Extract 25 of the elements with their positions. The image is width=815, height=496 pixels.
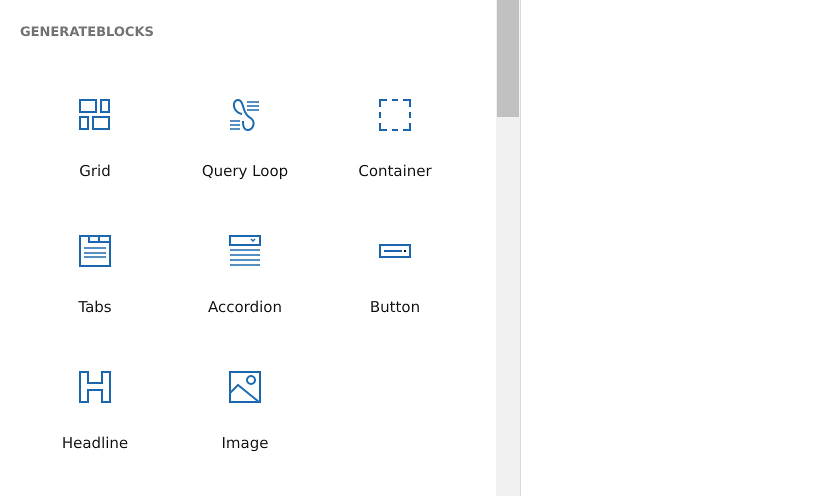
section-title: GENERATEBLOCKS (20, 24, 154, 42)
block-label: Headline (62, 433, 128, 453)
block-label: Container (358, 161, 432, 181)
block-label: Button (370, 297, 420, 317)
block-label: Query Loop (202, 161, 288, 181)
block-label: Accordion (208, 297, 282, 317)
tabs-icon (79, 235, 111, 267)
block-item[interactable]: Grid (20, 99, 170, 181)
block-item[interactable]: Button (320, 235, 470, 317)
block-item[interactable]: Image (170, 371, 320, 453)
block-item[interactable]: Tabs (20, 235, 170, 317)
loop-icon (229, 99, 261, 131)
scrollbar[interactable] (496, 0, 521, 496)
letter-h-icon (79, 371, 111, 403)
block-item[interactable]: Query Loop (170, 99, 320, 181)
block-item[interactable]: Container (320, 99, 470, 181)
block-label: Grid (79, 161, 111, 181)
accordion-icon (229, 235, 261, 267)
block-item[interactable]: Headline (20, 371, 170, 453)
grid-icon (79, 99, 111, 131)
block-item[interactable]: Accordion (170, 235, 320, 317)
block-label: Tabs (78, 297, 112, 317)
block-label: Image (222, 433, 268, 453)
image-icon (229, 371, 261, 403)
scrollbar-thumb[interactable] (497, 0, 519, 117)
